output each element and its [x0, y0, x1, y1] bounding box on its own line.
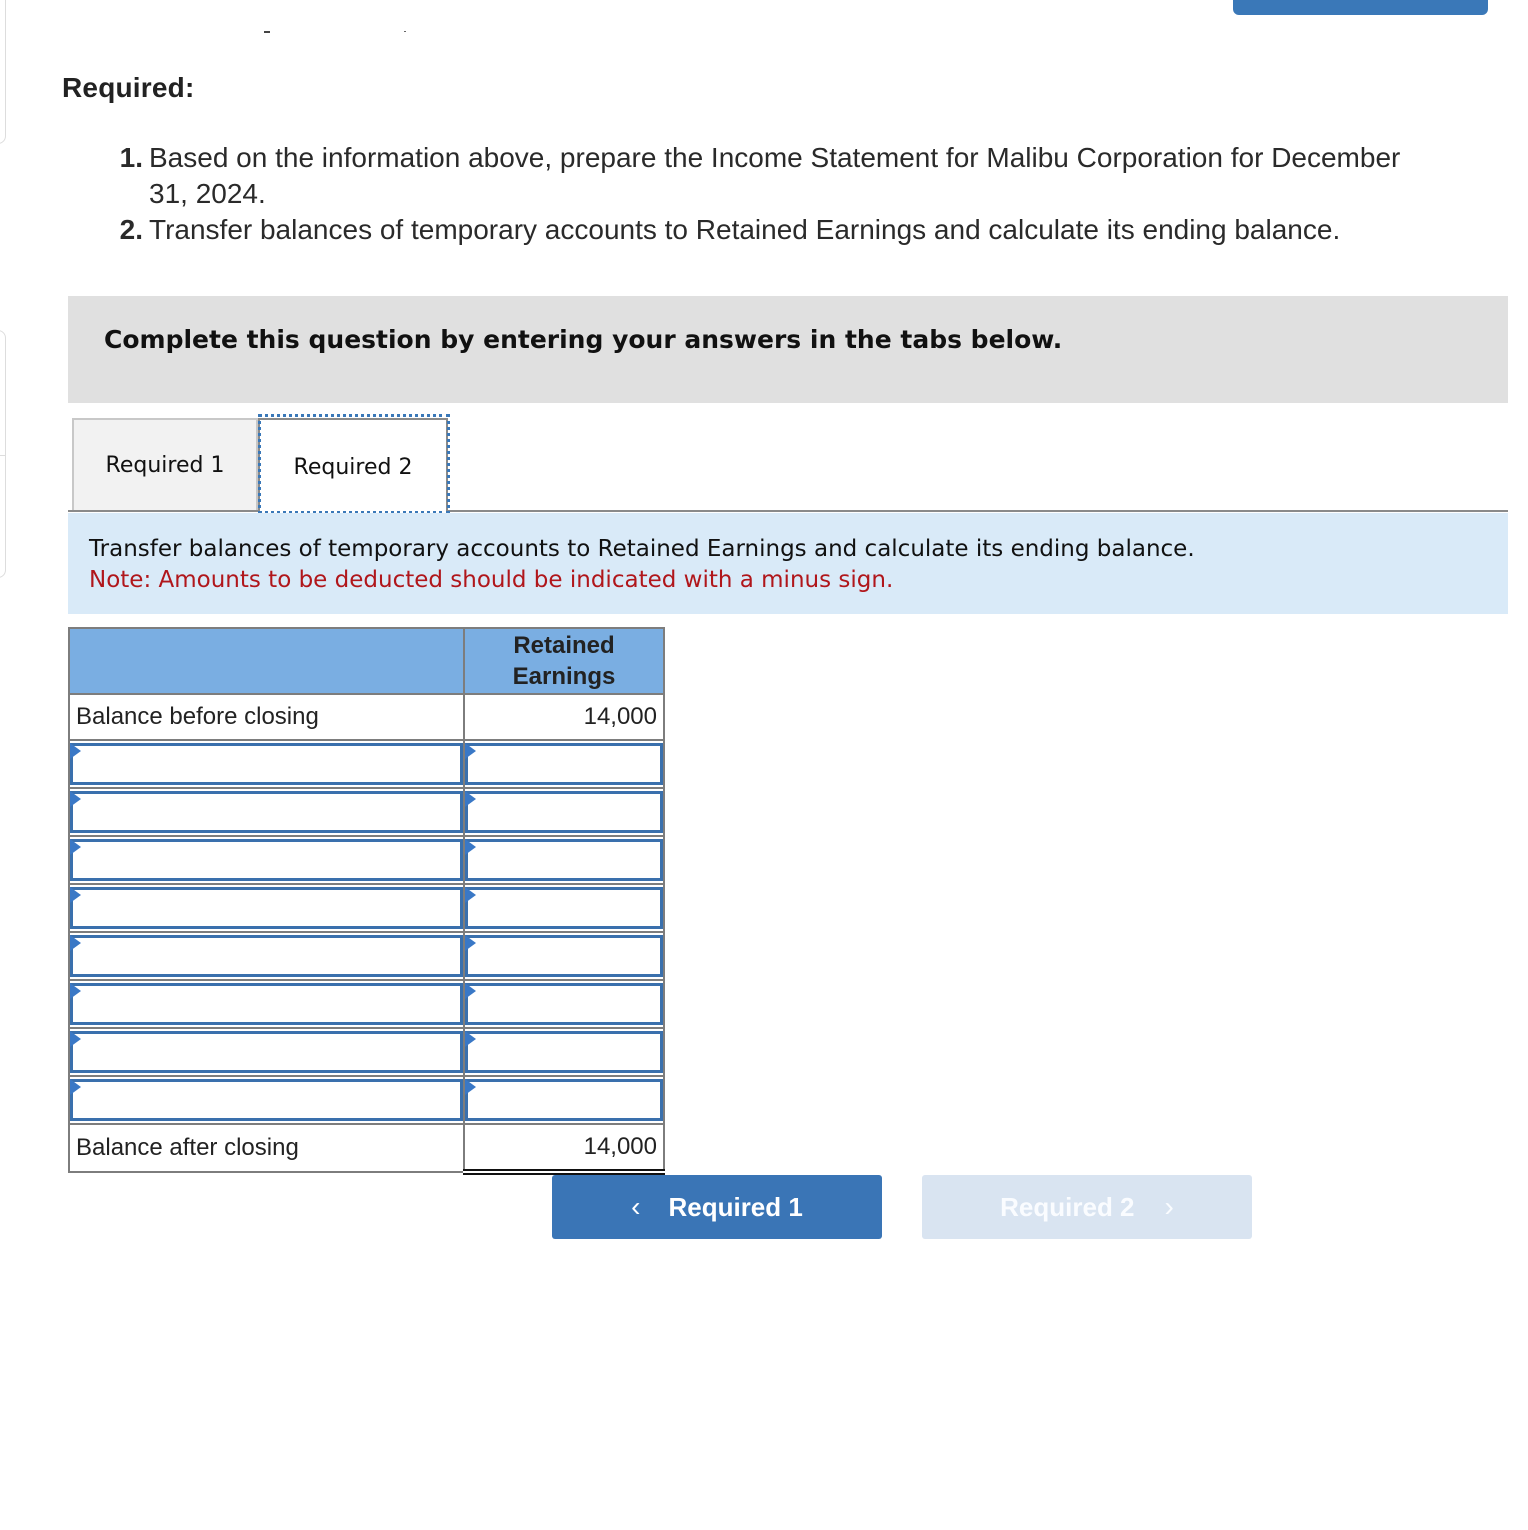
amount-input[interactable] [468, 794, 660, 830]
account-input[interactable] [73, 938, 460, 974]
requirement-item: 1. Based on the information above, prepa… [106, 140, 1506, 212]
dropdown-marker-icon [465, 743, 476, 759]
dropdown-marker-icon [465, 791, 476, 807]
task-description: Transfer balances of temporary accounts … [89, 536, 1195, 562]
dropdown-marker-icon [70, 887, 81, 903]
header-label-cell [68, 627, 465, 695]
account-select[interactable] [70, 1079, 463, 1121]
dropdown-marker-icon [465, 887, 476, 903]
side-panel-divider [0, 455, 5, 456]
dropdown-marker-icon [465, 935, 476, 951]
header-retained-earnings: Retained Earnings [463, 627, 665, 695]
dropdown-marker-icon [465, 1031, 476, 1047]
tab-bar: Required 1 Required 2 [68, 414, 1508, 514]
instruction-banner: Complete this question by entering your … [68, 296, 1508, 403]
side-panel-card [0, 330, 6, 578]
dropdown-marker-icon [465, 983, 476, 999]
account-input[interactable] [73, 794, 460, 830]
task-text: Transfer balances of temporary accounts … [89, 534, 1195, 596]
dropdown-marker-icon [70, 791, 81, 807]
amount-input[interactable] [468, 986, 660, 1022]
clipped-text-fragment [264, 31, 270, 33]
opening-balance-value: 14,000 [463, 693, 665, 741]
previous-required-button[interactable]: ‹ Required 1 [552, 1175, 882, 1239]
amount-field[interactable] [465, 1031, 663, 1073]
next-required-button[interactable]: Required 2 › [922, 1175, 1252, 1239]
account-input[interactable] [73, 986, 460, 1022]
dropdown-marker-icon [70, 983, 81, 999]
account-input[interactable] [73, 746, 460, 782]
account-input[interactable] [73, 1034, 460, 1070]
amount-input[interactable] [468, 746, 660, 782]
side-panel-card [0, 0, 6, 144]
opening-balance-label: Balance before closing [68, 693, 465, 741]
requirement-text: Based on the information above, prepare … [149, 142, 1401, 209]
table-header-row: Retained Earnings [68, 627, 665, 695]
chevron-left-icon: ‹ [631, 1191, 641, 1222]
amount-field[interactable] [465, 743, 663, 785]
tab-required-1[interactable]: Required 1 [72, 418, 258, 510]
account-input[interactable] [73, 890, 460, 926]
dropdown-marker-icon [465, 839, 476, 855]
account-select[interactable] [70, 935, 463, 977]
amount-field[interactable] [465, 1079, 663, 1121]
table-row [68, 1075, 665, 1125]
amount-field[interactable] [465, 887, 663, 929]
table-row [68, 739, 665, 789]
closing-balance-value: 14,000 [463, 1123, 665, 1175]
account-select[interactable] [70, 887, 463, 929]
requirement-item: 2. Transfer balances of temporary accoun… [106, 212, 1506, 248]
amount-field[interactable] [465, 791, 663, 833]
dropdown-marker-icon [70, 1031, 81, 1047]
requirement-number: 1. [119, 142, 143, 173]
table-row [68, 1027, 665, 1077]
table-row [68, 835, 665, 885]
previous-button-label: Required 1 [668, 1191, 803, 1222]
top-action-button[interactable] [1233, 0, 1488, 15]
requirement-text: Transfer balances of temporary accounts … [149, 214, 1341, 245]
next-button-label: Required 2 [1000, 1191, 1135, 1222]
dropdown-marker-icon [70, 935, 81, 951]
instruction-text: Complete this question by entering your … [104, 325, 1063, 354]
chevron-right-icon: › [1164, 1191, 1174, 1222]
tab-required-2[interactable]: Required 2 [258, 418, 448, 514]
amount-input[interactable] [468, 1082, 660, 1118]
amount-input[interactable] [468, 1034, 660, 1070]
requirement-number: 2. [119, 214, 143, 245]
table-row [68, 931, 665, 981]
amount-field[interactable] [465, 983, 663, 1025]
account-input[interactable] [73, 1082, 460, 1118]
dropdown-marker-icon [70, 743, 81, 759]
retained-earnings-table: Retained Earnings Balance before closing… [68, 627, 665, 1175]
dropdown-marker-icon [465, 1079, 476, 1095]
dropdown-marker-icon [70, 1079, 81, 1095]
required-heading: Required: [62, 72, 195, 103]
task-panel: Transfer balances of temporary accounts … [68, 513, 1508, 614]
requirements-list: 1. Based on the information above, prepa… [106, 140, 1506, 248]
account-input[interactable] [73, 842, 460, 878]
account-select[interactable] [70, 791, 463, 833]
table-row [68, 979, 665, 1029]
amount-field[interactable] [465, 839, 663, 881]
amount-field[interactable] [465, 935, 663, 977]
dropdown-marker-icon [70, 839, 81, 855]
table-row-opening: Balance before closing 14,000 [68, 693, 665, 741]
amount-input[interactable] [468, 890, 660, 926]
amount-input[interactable] [468, 842, 660, 878]
closing-balance-label: Balance after closing [68, 1123, 465, 1173]
table-row-closing: Balance after closing 14,000 [68, 1123, 665, 1175]
amount-input[interactable] [468, 938, 660, 974]
table-row [68, 883, 665, 933]
task-note: Note: Amounts to be deducted should be i… [89, 567, 894, 593]
table-row [68, 787, 665, 837]
account-select[interactable] [70, 1031, 463, 1073]
account-select[interactable] [70, 983, 463, 1025]
clipped-text-fragment [404, 31, 406, 32]
account-select[interactable] [70, 743, 463, 785]
account-select[interactable] [70, 839, 463, 881]
